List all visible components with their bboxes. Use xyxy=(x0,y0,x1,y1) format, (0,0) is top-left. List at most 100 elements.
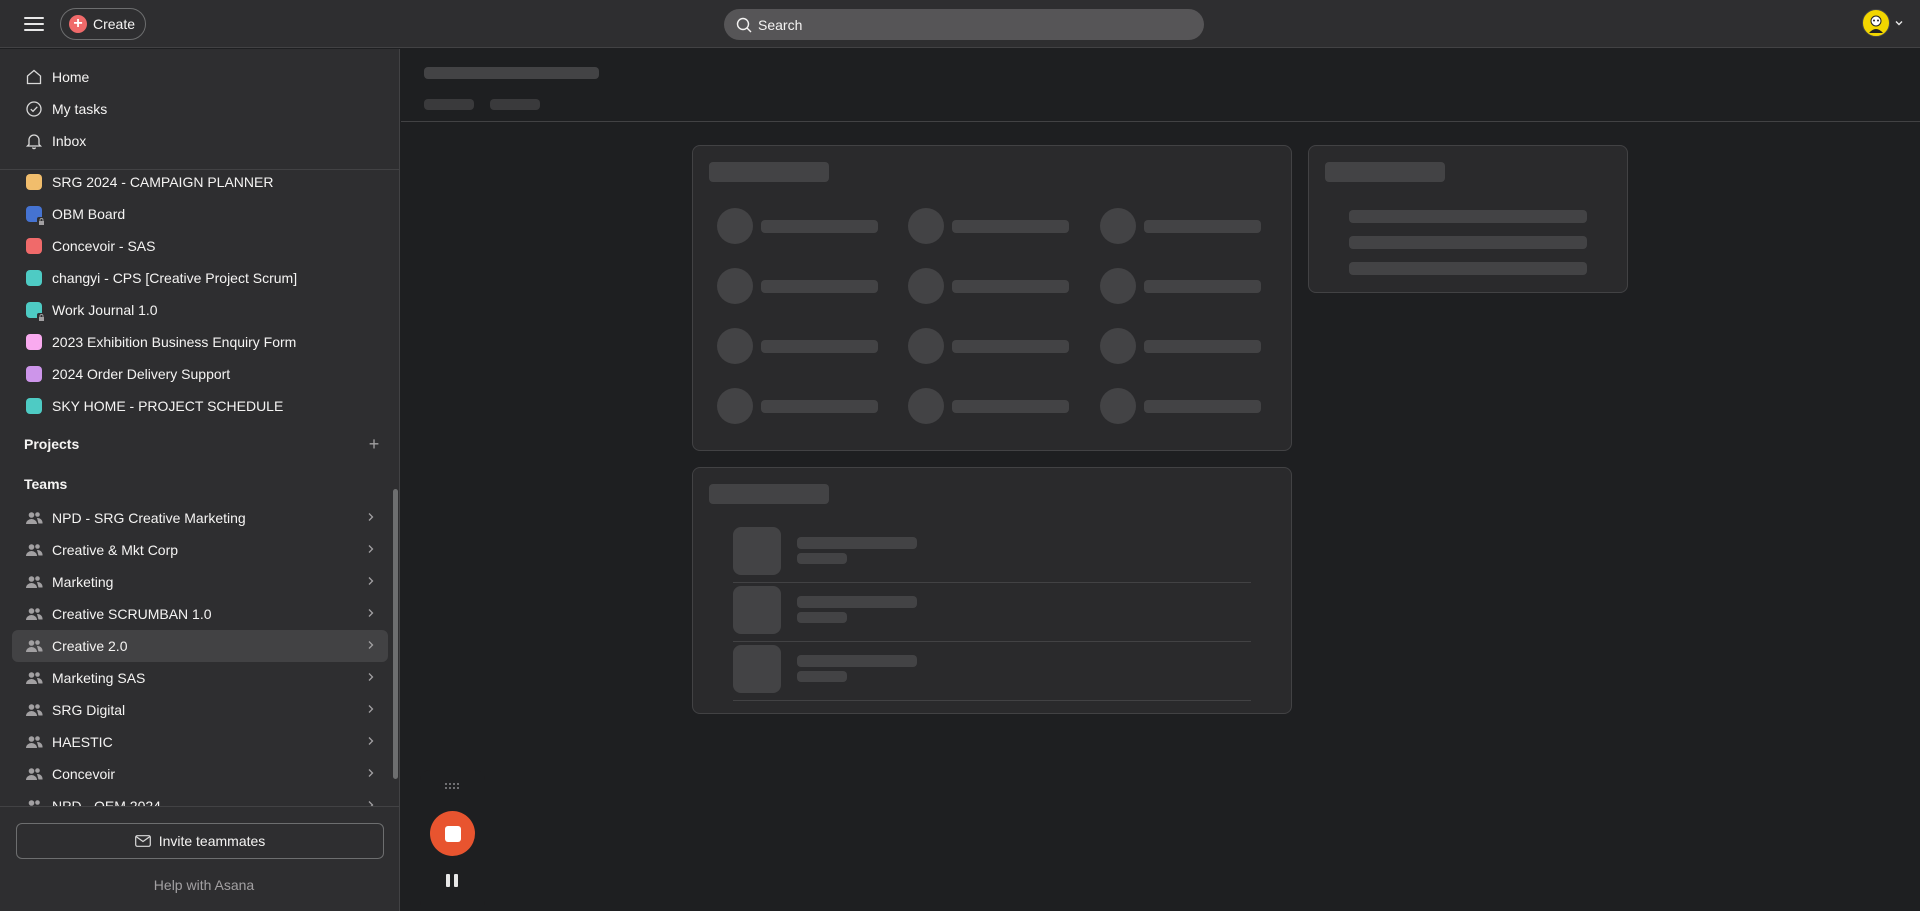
sidebar-team-item[interactable]: SRG Digital xyxy=(12,694,388,726)
card-title-placeholder xyxy=(709,162,829,182)
project-color-swatch xyxy=(26,334,42,350)
sidebar-team-item[interactable]: Creative & Mkt Corp xyxy=(12,534,388,566)
project-color-swatch xyxy=(26,366,42,382)
sidebar-project-item[interactable]: OBM Board xyxy=(12,198,388,230)
account-menu[interactable] xyxy=(1862,9,1904,37)
project-name-placeholder xyxy=(797,537,917,549)
chevron-right-icon[interactable] xyxy=(364,702,378,716)
sidebar-project-item[interactable]: changyi - CPS [Creative Project Scrum] xyxy=(12,262,388,294)
sidebar-project-item[interactable]: Work Journal 1.0 xyxy=(12,294,388,326)
drag-handle-icon[interactable] xyxy=(444,782,460,790)
chevron-right-icon[interactable] xyxy=(364,574,378,588)
team-icon xyxy=(24,700,44,720)
sidebar-project-item[interactable]: SKY HOME - PROJECT SCHEDULE xyxy=(12,390,388,422)
sidebar-team-item[interactable]: Concevoir xyxy=(12,758,388,790)
team-icon xyxy=(24,732,44,752)
avatar-placeholder xyxy=(1100,208,1136,244)
chevron-right-icon[interactable] xyxy=(364,670,378,684)
bell-icon xyxy=(24,131,44,151)
people-card-placeholder xyxy=(692,145,1292,451)
projects-card-placeholder xyxy=(692,467,1292,714)
avatar-placeholder xyxy=(717,328,753,364)
sidebar-item-home[interactable]: Home xyxy=(12,61,388,93)
chevron-right-icon[interactable] xyxy=(364,606,378,620)
team-icon xyxy=(24,764,44,784)
search-icon xyxy=(736,17,752,32)
team-icon xyxy=(24,636,44,656)
lock-icon xyxy=(37,217,46,226)
invite-label: Invite teammates xyxy=(158,833,266,849)
sidebar-team-item[interactable]: Marketing xyxy=(12,566,388,598)
sidebar-team-item[interactable]: Creative SCRUMBAN 1.0 xyxy=(12,598,388,630)
tab-placeholder xyxy=(490,99,540,110)
chevron-right-icon[interactable] xyxy=(364,510,378,524)
header-divider xyxy=(401,121,1920,122)
teams-section-header[interactable]: Teams xyxy=(24,470,384,498)
sidebar-project-item[interactable]: 2023 Exhibition Business Enquiry Form xyxy=(12,326,388,358)
chevron-right-icon[interactable] xyxy=(364,638,378,652)
avatar[interactable] xyxy=(1862,9,1890,37)
card-title-placeholder xyxy=(1325,162,1445,182)
pause-recording-button[interactable] xyxy=(446,874,458,887)
sidebar-team-item[interactable]: Creative 2.0 xyxy=(12,630,388,662)
team-icon xyxy=(24,668,44,688)
project-name-placeholder xyxy=(797,596,917,608)
project-meta-placeholder xyxy=(797,612,847,623)
sidebar-team-item[interactable]: Marketing SAS xyxy=(12,662,388,694)
sidebar-team-item[interactable]: NPD - SRG Creative Marketing xyxy=(12,502,388,534)
home-icon xyxy=(24,67,44,87)
team-icon xyxy=(24,604,44,624)
name-placeholder xyxy=(952,340,1069,353)
sidebar: Home My tasks Inbox SRG 2024 - CAMPAIGN … xyxy=(0,49,400,911)
add-project-icon[interactable]: + xyxy=(364,434,384,455)
page-title-placeholder xyxy=(424,67,599,79)
card-title-placeholder xyxy=(709,484,829,504)
search-input[interactable]: Search xyxy=(724,9,1204,40)
team-label: Creative & Mkt Corp xyxy=(52,542,179,558)
sidebar-team-item[interactable]: HAESTIC xyxy=(12,726,388,758)
chevron-down-icon[interactable] xyxy=(1894,18,1904,28)
project-color-swatch xyxy=(26,206,46,226)
name-placeholder xyxy=(952,220,1069,233)
team-icon xyxy=(24,540,44,560)
project-label: SKY HOME - PROJECT SCHEDULE xyxy=(52,398,284,414)
help-link[interactable]: Help with Asana xyxy=(0,877,399,893)
name-placeholder xyxy=(761,280,878,293)
avatar-placeholder xyxy=(908,268,944,304)
team-label: Marketing xyxy=(52,574,114,590)
create-button[interactable]: + Create xyxy=(60,8,146,40)
sidebar-project-item[interactable]: Concevoir - SAS xyxy=(12,230,388,262)
name-placeholder xyxy=(952,400,1069,413)
chevron-right-icon[interactable] xyxy=(364,766,378,780)
check-circle-icon xyxy=(24,99,44,119)
sidebar-scrollbar[interactable] xyxy=(393,489,398,779)
stop-recording-button[interactable] xyxy=(430,811,475,856)
chevron-right-icon[interactable] xyxy=(364,542,378,556)
project-meta-placeholder xyxy=(797,671,847,682)
text-line-placeholder xyxy=(1349,210,1587,223)
sidebar-project-item[interactable]: SRG 2024 - CAMPAIGN PLANNER xyxy=(12,166,388,198)
row-divider xyxy=(733,700,1251,701)
team-label: NPD - SRG Creative Marketing xyxy=(52,510,246,526)
sidebar-item-inbox[interactable]: Inbox xyxy=(12,125,388,157)
projects-heading: Projects xyxy=(24,436,80,452)
chevron-right-icon[interactable] xyxy=(364,734,378,748)
team-icon xyxy=(24,508,44,528)
teams-heading: Teams xyxy=(24,476,68,492)
name-placeholder xyxy=(1144,280,1261,293)
stop-icon xyxy=(444,825,461,842)
avatar-placeholder xyxy=(908,388,944,424)
name-placeholder xyxy=(761,220,878,233)
menu-toggle-icon[interactable] xyxy=(22,14,46,34)
invite-teammates-button[interactable]: Invite teammates xyxy=(16,823,384,859)
project-label: 2023 Exhibition Business Enquiry Form xyxy=(52,334,297,350)
avatar-placeholder xyxy=(717,388,753,424)
sidebar-project-item[interactable]: 2024 Order Delivery Support xyxy=(12,358,388,390)
projects-section-header[interactable]: Projects + xyxy=(24,430,384,458)
screen-recorder-widget xyxy=(420,770,485,911)
project-icon-placeholder xyxy=(733,527,781,575)
team-icon xyxy=(24,572,44,592)
sidebar-item-my-tasks[interactable]: My tasks xyxy=(12,93,388,125)
project-label: changyi - CPS [Creative Project Scrum] xyxy=(52,270,298,286)
create-label: Create xyxy=(93,16,136,32)
